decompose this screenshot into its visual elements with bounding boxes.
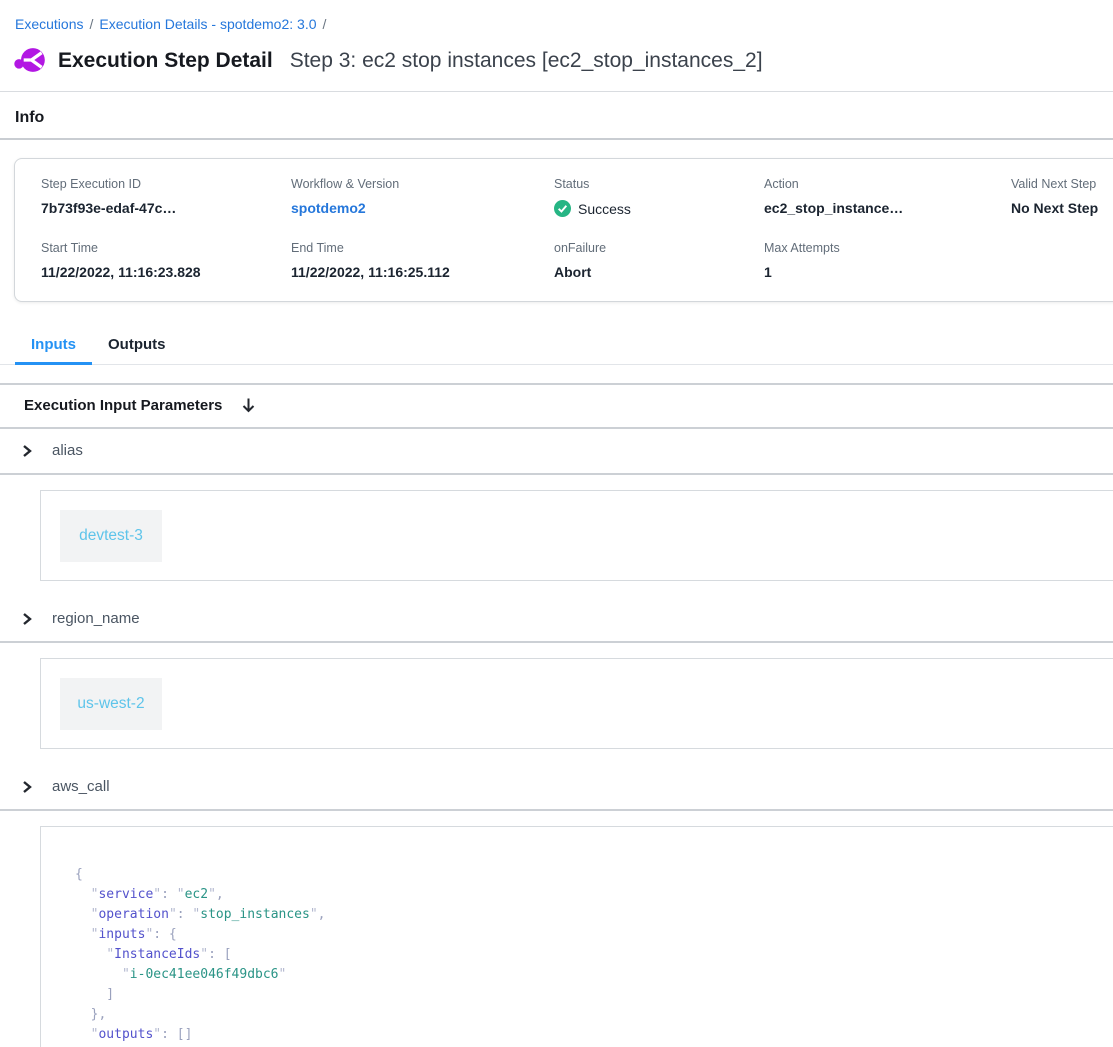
field-status: Status Success bbox=[554, 177, 764, 218]
chevron-right-icon bbox=[21, 780, 33, 794]
field-label: Step Execution ID bbox=[41, 177, 291, 191]
breadcrumb: Executions / Execution Details - spotdemo2… bbox=[0, 0, 1113, 32]
param-value-panel: us-west-2 bbox=[40, 658, 1113, 749]
field-onfailure: onFailure Abort bbox=[554, 241, 764, 280]
param-row-region-name[interactable]: region_name bbox=[0, 597, 1113, 643]
field-value: ec2_stop_instance… bbox=[764, 200, 1011, 216]
field-value: No Next Step bbox=[1011, 200, 1113, 216]
param-value-chip: devtest-3 bbox=[60, 510, 162, 562]
breadcrumb-separator: / bbox=[89, 16, 93, 32]
breadcrumb-separator: / bbox=[323, 16, 327, 32]
param-name: alias bbox=[52, 442, 83, 459]
field-value: 7b73f93e-edaf-47c… bbox=[41, 200, 291, 216]
param-row-alias[interactable]: alias bbox=[0, 429, 1113, 475]
info-card: Step Execution ID 7b73f93e-edaf-47c… Wor… bbox=[14, 158, 1113, 302]
tab-bar: Inputs Outputs bbox=[0, 330, 1113, 365]
page-title: Execution Step Detail bbox=[58, 49, 273, 73]
param-value-panel: devtest-3 bbox=[40, 490, 1113, 581]
field-end-time: End Time 11/22/2022, 11:16:25.112 bbox=[291, 241, 554, 280]
params-header-title: Execution Input Parameters bbox=[24, 397, 222, 414]
json-code: { "service": "ec2", "operation": "stop_i… bbox=[75, 865, 1113, 1047]
param-section-alias: alias devtest-3 bbox=[0, 429, 1113, 581]
field-value: 1 bbox=[764, 264, 1011, 280]
chevron-right-icon bbox=[21, 444, 33, 458]
field-empty bbox=[1011, 241, 1113, 280]
field-label: Valid Next Step bbox=[1011, 177, 1113, 191]
success-check-icon bbox=[554, 200, 571, 217]
breadcrumb-link-executions[interactable]: Executions bbox=[15, 16, 83, 32]
brand-logo-icon bbox=[14, 45, 45, 76]
field-start-time: Start Time 11/22/2022, 11:16:23.828 bbox=[41, 241, 291, 280]
param-name: region_name bbox=[52, 610, 140, 627]
info-card-row-1: Step Execution ID 7b73f93e-edaf-47c… Wor… bbox=[41, 177, 1113, 218]
field-label: Status bbox=[554, 177, 764, 191]
arrow-down-icon[interactable] bbox=[241, 397, 256, 414]
field-value: 11/22/2022, 11:16:23.828 bbox=[41, 264, 291, 280]
execution-input-parameters-header: Execution Input Parameters bbox=[0, 383, 1113, 429]
page-subtitle: Step 3: ec2 stop instances [ec2_stop_ins… bbox=[290, 49, 763, 73]
page-header: Execution Step Detail Step 3: ec2 stop i… bbox=[0, 32, 1113, 92]
status-text: Success bbox=[578, 201, 631, 217]
field-label: Start Time bbox=[41, 241, 291, 255]
status-badge: Success bbox=[554, 200, 764, 217]
field-label: End Time bbox=[291, 241, 554, 255]
field-workflow-version: Workflow & Version spotdemo2 bbox=[291, 177, 554, 218]
param-code-panel: { "service": "ec2", "operation": "stop_i… bbox=[40, 826, 1113, 1047]
field-label: onFailure bbox=[554, 241, 764, 255]
field-action: Action ec2_stop_instance… bbox=[764, 177, 1011, 218]
param-section-aws-call: aws_call { "service": "ec2", "operation"… bbox=[0, 765, 1113, 1047]
field-max-attempts: Max Attempts 1 bbox=[764, 241, 1011, 280]
tab-outputs[interactable]: Outputs bbox=[92, 330, 182, 365]
field-value: Abort bbox=[554, 264, 764, 280]
chevron-right-icon bbox=[21, 612, 33, 626]
field-step-execution-id: Step Execution ID 7b73f93e-edaf-47c… bbox=[41, 177, 291, 218]
field-label: Workflow & Version bbox=[291, 177, 554, 191]
param-row-aws-call[interactable]: aws_call bbox=[0, 765, 1113, 811]
breadcrumb-link-execution-details[interactable]: Execution Details - spotdemo2: 3.0 bbox=[99, 16, 316, 32]
field-value: 11/22/2022, 11:16:25.112 bbox=[291, 264, 554, 280]
chip-text: devtest-3 bbox=[79, 527, 143, 545]
chip-text: us-west-2 bbox=[77, 695, 144, 713]
param-value-chip: us-west-2 bbox=[60, 678, 162, 730]
param-section-region-name: region_name us-west-2 bbox=[0, 597, 1113, 749]
info-card-row-2: Start Time 11/22/2022, 11:16:23.828 End … bbox=[41, 241, 1113, 280]
param-name: aws_call bbox=[52, 778, 110, 795]
tab-inputs[interactable]: Inputs bbox=[15, 330, 92, 365]
field-label: Max Attempts bbox=[764, 241, 1011, 255]
workflow-link[interactable]: spotdemo2 bbox=[291, 200, 366, 216]
info-section-title: Info bbox=[0, 92, 1113, 140]
field-label: Action bbox=[764, 177, 1011, 191]
field-valid-next-step: Valid Next Step No Next Step bbox=[1011, 177, 1113, 218]
